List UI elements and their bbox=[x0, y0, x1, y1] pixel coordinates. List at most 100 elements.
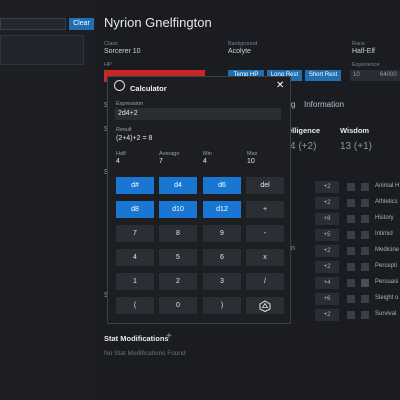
race-label: Race bbox=[352, 41, 365, 47]
key-divide[interactable]: / bbox=[246, 273, 284, 290]
sheet-letter: n bbox=[291, 245, 295, 252]
expression-input[interactable]: 2d4+2 bbox=[115, 108, 281, 120]
ability-intelligence-value: 4 (+2) bbox=[290, 141, 317, 152]
key-7[interactable]: 7 bbox=[116, 225, 154, 242]
skill-prof-checkbox[interactable] bbox=[347, 247, 355, 255]
skill-row[interactable]: +2 Athletics bbox=[303, 197, 400, 209]
skill-prof-checkbox[interactable] bbox=[347, 199, 355, 207]
key-d6[interactable]: d6 bbox=[203, 177, 241, 194]
skill-expert-checkbox[interactable] bbox=[361, 231, 369, 239]
stat-half-value: 4 bbox=[116, 158, 120, 165]
key-d8[interactable]: d8 bbox=[116, 201, 154, 218]
skill-mod: +4 bbox=[315, 277, 339, 289]
stat-min-value: 4 bbox=[203, 158, 207, 165]
skill-prof-checkbox[interactable] bbox=[347, 311, 355, 319]
key-6[interactable]: 6 bbox=[203, 249, 241, 266]
experience-value: 10 bbox=[353, 72, 360, 78]
key-4[interactable]: 4 bbox=[116, 249, 154, 266]
ability-wisdom-label: Wisdom bbox=[340, 126, 370, 135]
key-minus[interactable]: - bbox=[246, 225, 284, 242]
key-multiply[interactable]: x bbox=[246, 249, 284, 266]
key-5[interactable]: 5 bbox=[159, 249, 197, 266]
key-0[interactable]: 0 bbox=[159, 297, 197, 314]
skill-name: Intimid bbox=[375, 231, 393, 237]
result-value: (2+4)+2 = 8 bbox=[116, 135, 153, 142]
skill-name: History bbox=[375, 215, 394, 221]
stat-max-value: 10 bbox=[247, 158, 255, 165]
key-3[interactable]: 3 bbox=[203, 273, 241, 290]
calculator-dialog: Calculator ✕ Expression 2d4+2 Result (2+… bbox=[107, 76, 291, 324]
hp-label: HP bbox=[104, 62, 112, 68]
skill-expert-checkbox[interactable] bbox=[361, 215, 369, 223]
key-delete[interactable]: del bbox=[246, 177, 284, 194]
class-value: Sorcerer 10 bbox=[104, 48, 141, 55]
tab-partial[interactable]: g bbox=[291, 100, 295, 109]
key-1[interactable]: 1 bbox=[116, 273, 154, 290]
stat-mods-empty: No Stat Modifications Found bbox=[104, 350, 186, 357]
skill-row[interactable]: +2 Medicine bbox=[303, 245, 400, 257]
key-plus[interactable]: + bbox=[246, 201, 284, 218]
skill-name: Percepti bbox=[375, 263, 398, 269]
skill-prof-checkbox[interactable] bbox=[347, 263, 355, 271]
skill-row[interactable]: +2 Animal H bbox=[303, 181, 400, 193]
search-input[interactable] bbox=[0, 18, 66, 30]
key-open-paren[interactable]: ( bbox=[116, 297, 154, 314]
skill-row[interactable]: +6 Sleight o bbox=[303, 293, 400, 305]
stat-average-label: Average bbox=[159, 151, 180, 157]
skill-name: Persuasi bbox=[375, 279, 399, 285]
roll-dice-icon[interactable] bbox=[246, 297, 284, 314]
background-value: Acolyte bbox=[228, 48, 251, 55]
key-8[interactable]: 8 bbox=[159, 225, 197, 242]
tab-information[interactable]: Information bbox=[304, 100, 344, 109]
skill-row[interactable]: +2 Percepti bbox=[303, 261, 400, 273]
skill-expert-checkbox[interactable] bbox=[361, 279, 369, 287]
dialog-title: Calculator bbox=[130, 84, 167, 93]
ability-wisdom-value: 13 (+1) bbox=[340, 141, 372, 152]
skill-expert-checkbox[interactable] bbox=[361, 183, 369, 191]
stat-half-label: Half bbox=[116, 151, 126, 157]
ability-intelligence-label: elligence bbox=[288, 126, 321, 135]
skill-prof-checkbox[interactable] bbox=[347, 231, 355, 239]
skill-row[interactable]: +5 Intimid bbox=[303, 229, 400, 241]
skill-row[interactable]: +2 Survival bbox=[303, 309, 400, 321]
key-d4[interactable]: d4 bbox=[159, 177, 197, 194]
add-stat-mod-icon[interactable]: + bbox=[166, 331, 172, 342]
skill-expert-checkbox[interactable] bbox=[361, 247, 369, 255]
skill-mod: +2 bbox=[315, 245, 339, 257]
skill-expert-checkbox[interactable] bbox=[361, 295, 369, 303]
skill-mod: +2 bbox=[315, 197, 339, 209]
skill-prof-checkbox[interactable] bbox=[347, 279, 355, 287]
skill-prof-checkbox[interactable] bbox=[347, 215, 355, 223]
background-label: Background bbox=[228, 41, 258, 47]
list-box[interactable] bbox=[0, 35, 84, 65]
skill-row[interactable]: +8 History bbox=[303, 213, 400, 225]
skill-name: Survival bbox=[375, 311, 397, 317]
key-d-custom[interactable]: d# bbox=[116, 177, 154, 194]
skill-row[interactable]: +4 Persuasi bbox=[303, 277, 400, 289]
skill-expert-checkbox[interactable] bbox=[361, 311, 369, 319]
stat-min-label: Min bbox=[203, 151, 212, 157]
stat-mods-title: Stat Modifications bbox=[104, 334, 169, 343]
skill-name: Medicine bbox=[375, 247, 400, 253]
key-2[interactable]: 2 bbox=[159, 273, 197, 290]
key-close-paren[interactable]: ) bbox=[203, 297, 241, 314]
stat-max-label: Max bbox=[247, 151, 258, 157]
class-label: Class bbox=[104, 41, 118, 47]
skill-mod: +6 bbox=[315, 293, 339, 305]
skill-prof-checkbox[interactable] bbox=[347, 295, 355, 303]
skill-expert-checkbox[interactable] bbox=[361, 263, 369, 271]
key-9[interactable]: 9 bbox=[203, 225, 241, 242]
expression-label: Expression bbox=[116, 101, 144, 107]
clear-button[interactable]: Clear bbox=[69, 18, 94, 30]
key-d10[interactable]: d10 bbox=[159, 201, 197, 218]
experience-input[interactable]: 10 64000 bbox=[350, 70, 400, 81]
skill-name: Animal H bbox=[375, 183, 400, 189]
key-d12[interactable]: d12 bbox=[203, 201, 241, 218]
short-rest-button[interactable]: Short Rest bbox=[305, 70, 341, 81]
character-name: Nyrion Gnelfington bbox=[104, 15, 212, 30]
experience-partial: 64000 bbox=[380, 72, 397, 78]
skill-prof-checkbox[interactable] bbox=[347, 183, 355, 191]
skill-expert-checkbox[interactable] bbox=[361, 199, 369, 207]
result-label: Result bbox=[116, 127, 132, 133]
close-icon[interactable]: ✕ bbox=[276, 80, 284, 91]
